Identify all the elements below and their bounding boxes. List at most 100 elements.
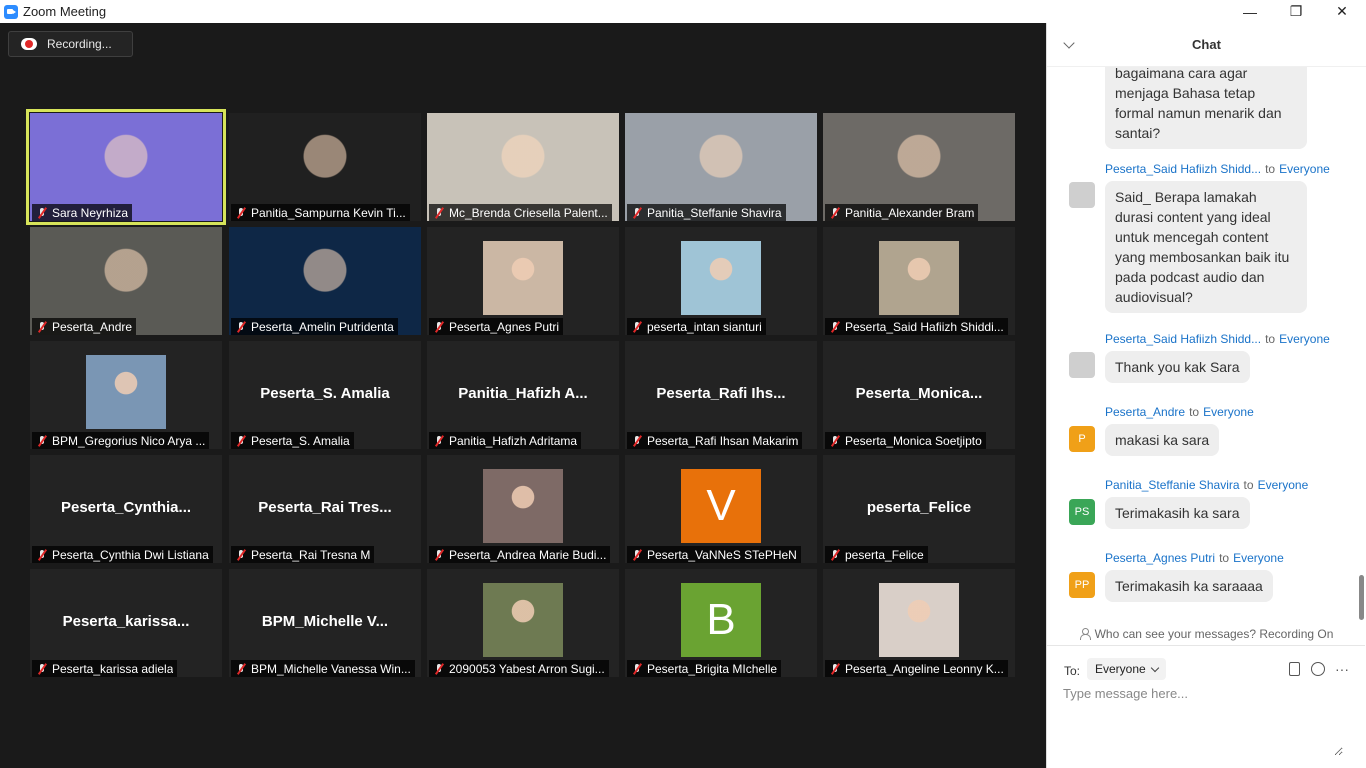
participant-name: Peserta_Rafi Ihsan Makarim bbox=[647, 433, 799, 448]
participant-name-bar: 2090053 Yabest Arron Sugi... bbox=[429, 660, 609, 677]
participant-name: Peserta_karissa adiela bbox=[52, 661, 174, 676]
chevron-down-icon bbox=[1150, 663, 1159, 672]
chat-message-header: Peserta_Said Hafiizh Shidd... to Everyone bbox=[1105, 162, 1330, 176]
chat-to-word: to bbox=[1189, 405, 1200, 419]
restore-button[interactable]: ❐ bbox=[1273, 0, 1319, 23]
participant-name-bar: Peserta_Agnes Putri bbox=[429, 318, 564, 335]
participant-tile[interactable]: Panitia_Alexander Bram bbox=[823, 113, 1015, 221]
participant-tile[interactable]: Peserta_Cynthia... Peserta_Cynthia Dwi Li… bbox=[30, 455, 222, 563]
privacy-notice[interactable]: Who can see your messages? Recording On bbox=[1047, 623, 1365, 645]
chat-recipient[interactable]: Everyone bbox=[1258, 478, 1309, 492]
mic-muted-icon bbox=[234, 548, 248, 562]
zoom-app-icon bbox=[4, 4, 18, 19]
chat-sender[interactable]: Peserta_Said Hafiizh Shidd... bbox=[1105, 162, 1261, 176]
mic-muted-icon bbox=[432, 548, 446, 562]
person-icon bbox=[1079, 628, 1091, 640]
participant-tile[interactable]: Peserta_Angeline Leonny K... bbox=[823, 569, 1015, 677]
participant-name: Peserta_Angeline Leonny K... bbox=[845, 661, 1004, 676]
mic-muted-icon bbox=[35, 320, 49, 334]
participant-tile[interactable]: BPM_Michelle V... BPM_Michelle Vanessa Wi… bbox=[229, 569, 421, 677]
minimize-button[interactable]: — bbox=[1227, 0, 1273, 23]
participant-name-bar: Sara Neyrhiza bbox=[32, 204, 133, 221]
participant-tile[interactable]: Peserta_Said Hafiizh Shiddi... bbox=[823, 227, 1015, 335]
participant-tile[interactable]: BPM_Gregorius Nico Arya ... bbox=[30, 341, 222, 449]
participant-name-bar: Peserta_Amelin Putridenta bbox=[231, 318, 398, 335]
participant-tile[interactable]: Sara Neyrhiza bbox=[26, 109, 226, 225]
participant-photo bbox=[86, 355, 166, 429]
participant-tile[interactable]: Peserta_Andrea Marie Budi... bbox=[427, 455, 619, 563]
participant-tile[interactable]: Peserta_Rai Tres... Peserta_Rai Tresna M bbox=[229, 455, 421, 563]
participant-tile[interactable]: Peserta_S. Amalia Peserta_S. Amalia bbox=[229, 341, 421, 449]
participant-tile[interactable]: Peserta_Rafi Ihs... Peserta_Rafi Ihsan Ma… bbox=[625, 341, 817, 449]
participant-name-bar: Peserta_karissa adiela bbox=[32, 660, 178, 677]
chat-recipient[interactable]: Everyone bbox=[1233, 551, 1284, 565]
participant-tile[interactable]: Peserta_Agnes Putri bbox=[427, 227, 619, 335]
mic-muted-icon bbox=[828, 662, 842, 676]
participant-tile[interactable]: Panitia_Hafizh A... Panitia_Hafizh Adrita… bbox=[427, 341, 619, 449]
participant-photo bbox=[681, 241, 761, 315]
window-title: Zoom Meeting bbox=[23, 4, 107, 19]
recording-label: Recording... bbox=[47, 37, 112, 51]
chat-scrollbar[interactable] bbox=[1357, 67, 1365, 623]
participant-avatar-letter: B bbox=[681, 583, 761, 657]
to-label: To: bbox=[1064, 664, 1081, 678]
chat-recipient[interactable]: Everyone bbox=[1203, 405, 1254, 419]
mic-muted-icon bbox=[35, 548, 49, 562]
participant-tile[interactable]: Peserta_Monica... Peserta_Monica Soetjipt… bbox=[823, 341, 1015, 449]
participant-display-name: Peserta_Rai Tres... bbox=[258, 499, 392, 516]
chat-sender[interactable]: Peserta_Said Hafiizh Shidd... bbox=[1105, 332, 1261, 346]
emoji-icon[interactable] bbox=[1311, 662, 1325, 676]
mic-muted-icon bbox=[828, 206, 842, 220]
more-icon[interactable]: ··· bbox=[1335, 662, 1351, 678]
chat-to-word: to bbox=[1219, 551, 1230, 565]
participant-name-bar: Peserta_Andre bbox=[32, 318, 137, 335]
participant-tile[interactable]: peserta_Felice peserta_Felice bbox=[823, 455, 1015, 563]
participant-name-bar: peserta_Felice bbox=[825, 546, 928, 563]
chat-message-input[interactable] bbox=[1063, 686, 1343, 756]
participant-name-bar: Peserta_Cynthia Dwi Listiana bbox=[32, 546, 213, 563]
participant-tile[interactable]: Mc_Brenda Criesella Palent... bbox=[427, 113, 619, 221]
recording-indicator[interactable]: Recording... bbox=[8, 31, 133, 57]
participant-name-bar: Peserta_Angeline Leonny K... bbox=[825, 660, 1008, 677]
participant-name-bar: Panitia_Steffanie Shavira bbox=[627, 204, 786, 221]
chat-recipient[interactable]: Everyone bbox=[1279, 162, 1330, 176]
chat-bubble: Terimakasih ka sara bbox=[1105, 497, 1250, 529]
mic-muted-icon bbox=[630, 434, 644, 448]
chevron-down-icon[interactable] bbox=[1063, 37, 1075, 49]
chat-recipient[interactable]: Everyone bbox=[1279, 332, 1330, 346]
close-button[interactable]: ✕ bbox=[1319, 0, 1365, 23]
participant-name-bar: peserta_intan sianturi bbox=[627, 318, 766, 335]
video-gallery: Recording... Sara Neyrhiza Panitia_Sampur… bbox=[0, 23, 1046, 768]
mic-muted-icon bbox=[432, 206, 446, 220]
participant-name: Panitia_Alexander Bram bbox=[845, 205, 975, 220]
avatar-initials: PP bbox=[1074, 579, 1090, 591]
avatar-initials: PS bbox=[1074, 506, 1090, 518]
recipient-select[interactable]: Everyone bbox=[1087, 658, 1166, 680]
participant-name: Sara Neyrhiza bbox=[52, 205, 129, 220]
participant-tile[interactable]: Peserta_karissa... Peserta_karissa adiela bbox=[30, 569, 222, 677]
scroll-thumb[interactable] bbox=[1359, 575, 1364, 620]
participant-tile[interactable]: Peserta_Andre bbox=[30, 227, 222, 335]
chat-sender[interactable]: Peserta_Agnes Putri bbox=[1105, 551, 1215, 565]
mic-muted-icon bbox=[630, 662, 644, 676]
participant-name: Peserta_S. Amalia bbox=[251, 433, 350, 448]
chat-message-list[interactable]: bagaimana cara agar menjaga Bahasa tetap… bbox=[1047, 67, 1359, 625]
participant-tile[interactable]: Panitia_Steffanie Shavira bbox=[625, 113, 817, 221]
participant-tile[interactable]: V Peserta_VaNNeS STePHeN bbox=[625, 455, 817, 563]
chat-sender[interactable]: Peserta_Andre bbox=[1105, 405, 1185, 419]
chat-panel: Chat bagaimana cara agar menjaga Bahasa … bbox=[1046, 23, 1366, 768]
chat-sender[interactable]: Panitia_Steffanie Shavira bbox=[1105, 478, 1240, 492]
participant-name: Peserta_Brigita MIchelle bbox=[647, 661, 778, 676]
participant-name: BPM_Gregorius Nico Arya ... bbox=[52, 433, 206, 448]
participant-tile[interactable]: B Peserta_Brigita MIchelle bbox=[625, 569, 817, 677]
participant-name: Peserta_Rai Tresna M bbox=[251, 547, 371, 562]
participant-tile[interactable]: Panitia_Sampurna Kevin Ti... bbox=[229, 113, 421, 221]
participant-name-bar: Peserta_Andrea Marie Budi... bbox=[429, 546, 611, 563]
avatar bbox=[1069, 182, 1095, 208]
participant-tile[interactable]: peserta_intan sianturi bbox=[625, 227, 817, 335]
file-icon[interactable] bbox=[1289, 662, 1300, 676]
mic-muted-icon bbox=[828, 320, 842, 334]
participant-name: Panitia_Hafizh Adritama bbox=[449, 433, 578, 448]
participant-tile[interactable]: 2090053 Yabest Arron Sugi... bbox=[427, 569, 619, 677]
participant-tile[interactable]: Peserta_Amelin Putridenta bbox=[229, 227, 421, 335]
